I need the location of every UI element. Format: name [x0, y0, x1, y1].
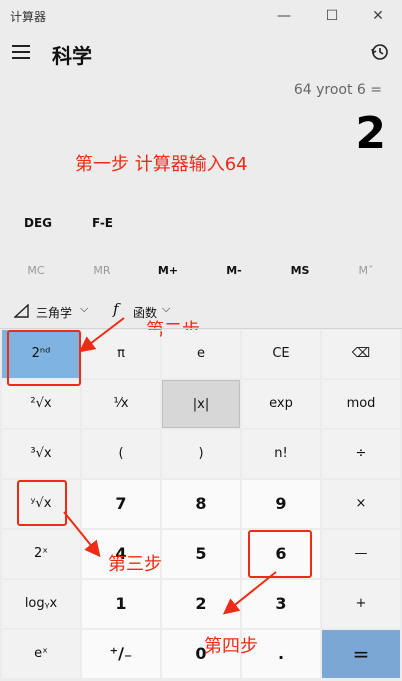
- chevron-down-icon: ⌵: [162, 302, 171, 315]
- digit-8-key[interactable]: 8: [162, 480, 240, 528]
- e-key[interactable]: e: [162, 330, 240, 378]
- digit-7-key[interactable]: 7: [82, 480, 160, 528]
- cube-root-key[interactable]: ³√x: [2, 430, 80, 478]
- mr-button[interactable]: MR: [72, 264, 132, 277]
- log-y-key[interactable]: logᵧx: [2, 580, 80, 628]
- mc-button[interactable]: MC: [6, 264, 66, 277]
- expression-display: 64 yroot 6 =: [293, 82, 382, 98]
- hamburger-icon[interactable]: [12, 45, 30, 59]
- triangle-icon: [14, 304, 29, 318]
- abs-key[interactable]: |x|: [162, 380, 240, 428]
- m-minus-button[interactable]: M-: [204, 264, 264, 277]
- negate-key[interactable]: ⁺∕₋: [82, 630, 160, 678]
- equals-key[interactable]: =: [322, 630, 400, 678]
- digit-9-key[interactable]: 9: [242, 480, 320, 528]
- ce-key[interactable]: CE: [242, 330, 320, 378]
- annotation-step1: 第一步 计算器输入64: [75, 154, 248, 175]
- ms-button[interactable]: MS: [270, 264, 330, 277]
- annotation-step4: 第四步: [204, 636, 258, 657]
- open-paren-key[interactable]: (: [82, 430, 160, 478]
- annotation-step3: 第三步: [108, 554, 162, 575]
- digit-5-key[interactable]: 5: [162, 530, 240, 578]
- maximize-button[interactable]: ☐: [314, 4, 350, 28]
- m-plus-button[interactable]: M+: [138, 264, 198, 277]
- digit-3-key[interactable]: 3: [242, 580, 320, 628]
- chevron-down-icon: ⌵: [80, 302, 89, 315]
- fe-button[interactable]: F-E: [92, 216, 113, 230]
- divider: [0, 328, 402, 329]
- multiply-key[interactable]: ×: [322, 480, 400, 528]
- highlight-yroot: [17, 480, 67, 526]
- close-button[interactable]: ✕: [360, 4, 396, 28]
- trig-menu[interactable]: 三角学: [36, 304, 72, 321]
- plus-key[interactable]: +: [322, 580, 400, 628]
- mod-key[interactable]: mod: [322, 380, 400, 428]
- minimize-button[interactable]: —: [266, 4, 302, 28]
- factorial-key[interactable]: n!: [242, 430, 320, 478]
- digit-1-key[interactable]: 1: [82, 580, 160, 628]
- backspace-key[interactable]: ⌫: [322, 330, 400, 378]
- highlight-2nd: [7, 330, 81, 386]
- memory-list-button[interactable]: Mˇ: [336, 264, 396, 277]
- square-root-key[interactable]: ²√x: [2, 380, 80, 428]
- deg-button[interactable]: DEG: [24, 216, 52, 230]
- divide-key[interactable]: ÷: [322, 430, 400, 478]
- result-display: 2: [355, 108, 386, 159]
- pi-key[interactable]: π: [82, 330, 160, 378]
- e-power-x-key[interactable]: eˣ: [2, 630, 80, 678]
- digit-2-key[interactable]: 2: [162, 580, 240, 628]
- app-title: 计算器: [10, 10, 47, 24]
- highlight-6: [248, 530, 312, 578]
- function-icon: f: [113, 300, 119, 318]
- reciprocal-key[interactable]: ¹⁄x: [82, 380, 160, 428]
- minus-key[interactable]: —: [322, 530, 400, 578]
- two-power-x-key[interactable]: 2ˣ: [2, 530, 80, 578]
- close-paren-key[interactable]: ): [162, 430, 240, 478]
- exp-key[interactable]: exp: [242, 380, 320, 428]
- history-icon[interactable]: [370, 42, 390, 62]
- mode-title: 科学: [52, 44, 92, 68]
- title-bar: 计算器 — ☐ ✕: [0, 0, 402, 32]
